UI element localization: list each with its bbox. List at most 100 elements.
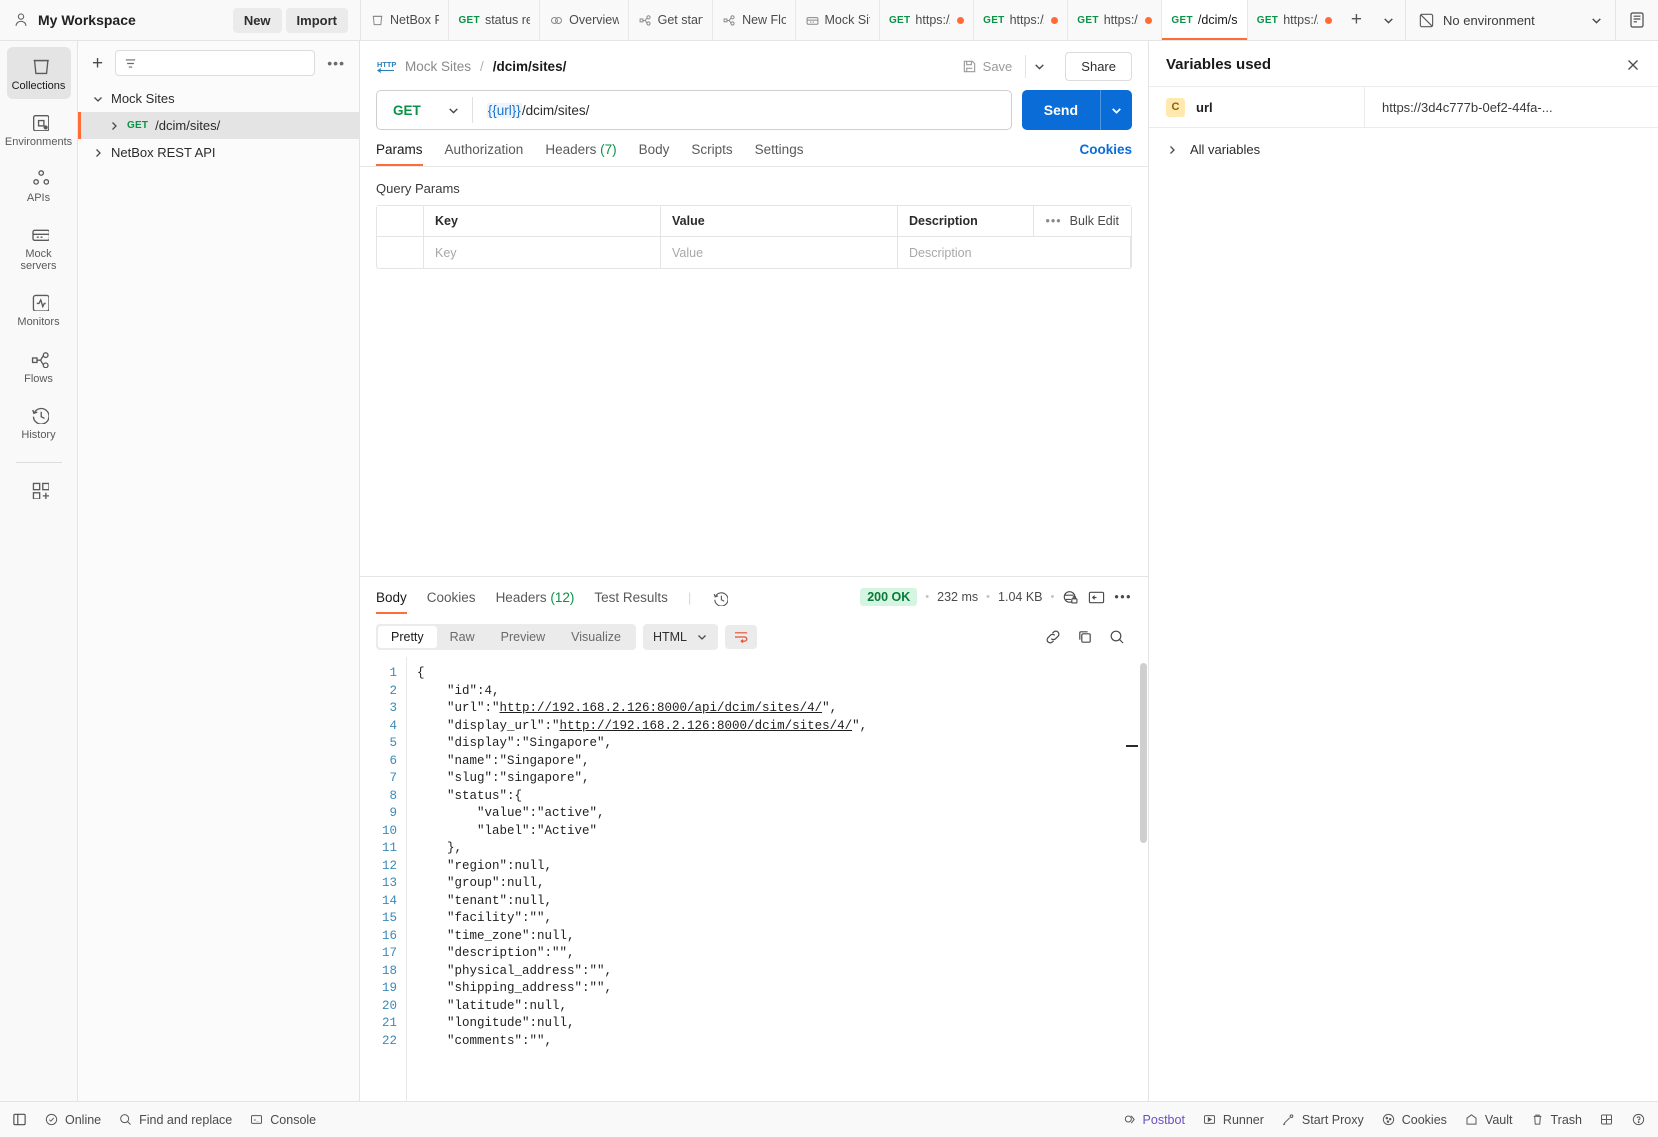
statusbar-layout-button[interactable] [1599, 1112, 1614, 1127]
method-selector[interactable]: GET [377, 97, 473, 123]
sidebar-item-collections[interactable]: Collections [6, 47, 71, 100]
sidebar-item-flows[interactable]: Flows [7, 340, 71, 392]
add-panel-button[interactable] [7, 471, 71, 506]
wrap-lines-button[interactable] [724, 625, 757, 649]
tab-params[interactable]: Params [376, 142, 423, 166]
send-button[interactable]: Send [1021, 90, 1100, 130]
scrollbar-thumb[interactable] [1140, 663, 1147, 843]
save-response-icon[interactable] [1087, 589, 1106, 606]
save-button[interactable]: Save [953, 54, 1022, 79]
toggle-sidebar-icon[interactable] [12, 1112, 27, 1127]
response-tab-test results[interactable]: Test Results [594, 590, 668, 614]
request-tab-3[interactable]: Get start [629, 0, 714, 40]
variable-row[interactable]: C url https://3d4c777b-0ef2-44fa-... [1149, 87, 1658, 128]
sidebar-item-environments[interactable]: Environments [5, 103, 72, 155]
url-input[interactable]: {{url}}/dcim/sites/ [473, 102, 1011, 118]
tree-row[interactable]: NetBox REST API [78, 139, 359, 166]
cookies-lock-icon[interactable] [1062, 589, 1079, 606]
add-collection-button[interactable]: + [88, 54, 107, 73]
tree-row[interactable]: GET /dcim/sites/ [78, 112, 359, 139]
share-button[interactable]: Share [1065, 52, 1132, 81]
variable-value[interactable]: https://3d4c777b-0ef2-44fa-... [1364, 87, 1658, 127]
statusbar-help-button[interactable] [1631, 1112, 1646, 1127]
new-button[interactable]: New [232, 7, 282, 33]
breadcrumb-collection[interactable]: Mock Sites [405, 59, 471, 74]
tab-scripts[interactable]: Scripts [691, 142, 732, 166]
statusbar-online[interactable]: Online [44, 1112, 101, 1127]
chevron-right-icon[interactable] [92, 147, 104, 159]
runner-icon [1203, 1115, 1215, 1124]
row-checkbox-cell[interactable] [377, 237, 424, 268]
response-history-icon[interactable] [711, 589, 729, 615]
request-tab-0[interactable]: NetBox F [361, 0, 450, 40]
request-tab-1[interactable]: GET status re [449, 0, 541, 40]
json-url-link[interactable]: http://192.168.2.126:8000/dcim/sites/4/ [560, 719, 853, 733]
format-pretty-button[interactable]: Pretty [378, 626, 437, 648]
sidebar-more-options[interactable]: ••• [323, 55, 349, 71]
tab-settings[interactable]: Settings [755, 142, 804, 166]
language-selector[interactable]: HTML [642, 624, 718, 650]
response-tab-cookies[interactable]: Cookies [427, 590, 476, 614]
send-options-button[interactable] [1100, 90, 1132, 130]
request-tab-6[interactable]: GET https:// [880, 0, 975, 40]
statusbar-runner[interactable]: Runner [1202, 1112, 1264, 1127]
sidebar-filter-input[interactable] [115, 50, 316, 76]
param-description-input[interactable]: Description [898, 237, 1131, 268]
tab-body[interactable]: Body [639, 142, 670, 166]
statusbar-cookies[interactable]: Cookies [1381, 1112, 1447, 1127]
tab-headers[interactable]: Headers (7) [545, 142, 616, 166]
cookies-link[interactable]: Cookies [1079, 142, 1132, 166]
response-tab-headers[interactable]: Headers (12) [496, 590, 575, 614]
unsaved-indicator-dot [957, 16, 965, 24]
format-raw-button[interactable]: Raw [437, 626, 488, 648]
format-visualize-button[interactable]: Visualize [558, 626, 634, 648]
statusbar-postbot[interactable]: Postbot [1122, 1112, 1185, 1127]
statusbar-console[interactable]: >_ Console [249, 1112, 316, 1127]
sidebar-item-monitors[interactable]: Monitors [7, 283, 71, 335]
new-tab-button[interactable]: + [1341, 9, 1372, 31]
sidebar-item-history[interactable]: History [7, 396, 71, 448]
chevron-down-icon[interactable] [92, 93, 104, 105]
env-quick-look-button[interactable] [1615, 0, 1658, 40]
param-key-input[interactable]: Key [424, 237, 661, 268]
bulk-edit-button[interactable]: ••• Bulk Edit [1034, 206, 1131, 236]
request-tab-4[interactable]: New Flo [713, 0, 796, 40]
copy-icon[interactable] [1076, 628, 1094, 646]
all-variables-toggle[interactable]: All variables [1149, 128, 1658, 171]
response-size: 1.04 KB [998, 590, 1043, 604]
line-number: 7 [389, 771, 397, 785]
statusbar-trash[interactable]: Trash [1530, 1112, 1582, 1127]
format-preview-button[interactable]: Preview [488, 626, 558, 648]
response-scrollbar[interactable] [1138, 657, 1148, 1101]
sidebar-item-apis[interactable]: APIs [7, 159, 71, 211]
request-tab-9[interactable]: GET /dcim/si [1162, 0, 1248, 40]
request-tab-5[interactable]: Mock Sit [796, 0, 880, 40]
request-tab-7[interactable]: GET https:// [974, 0, 1069, 40]
search-icon[interactable] [1108, 628, 1126, 646]
sidebar-item-mock servers[interactable]: Mock servers [7, 215, 71, 279]
request-tab-10[interactable]: GET https:// [1248, 0, 1341, 40]
tree-row[interactable]: Mock Sites [78, 85, 359, 112]
statusbar-start proxy[interactable]: Start Proxy [1281, 1112, 1364, 1127]
line-number: 17 [381, 946, 397, 960]
statusbar-vault[interactable]: Vault [1464, 1112, 1513, 1127]
response-tab-body[interactable]: Body [376, 590, 407, 614]
request-tab-8[interactable]: GET https:// [1068, 0, 1163, 40]
close-icon[interactable] [1625, 57, 1641, 73]
chevron-right-icon[interactable] [108, 120, 120, 132]
link-icon[interactable] [1044, 628, 1062, 646]
select-all-checkbox-cell[interactable] [377, 206, 424, 236]
import-button[interactable]: Import [285, 7, 348, 33]
param-value-input[interactable]: Value [661, 237, 898, 268]
tab-list-dropdown[interactable] [1372, 14, 1405, 27]
environment-selector[interactable]: No environment [1405, 0, 1615, 40]
json-url-link[interactable]: http://192.168.2.126:8000/api/dcim/sites… [500, 701, 823, 715]
column-header-description: Description [898, 206, 1034, 236]
response-body-code[interactable]: { "id":4, "url":"http://192.168.2.126:80… [406, 657, 1138, 1101]
response-body-viewer[interactable]: 1 2 3 4 5 6 7 8 9 10 11 12 13 14 15 16 17 18 19 20 21 22 { "i… [360, 657, 1148, 1101]
response-more-options[interactable]: ••• [1114, 590, 1132, 604]
request-tab-2[interactable]: Overview [540, 0, 629, 40]
save-options-button[interactable] [1025, 55, 1053, 78]
tab-authorization[interactable]: Authorization [445, 142, 524, 166]
statusbar-find and replace[interactable]: Find and replace [118, 1112, 232, 1127]
